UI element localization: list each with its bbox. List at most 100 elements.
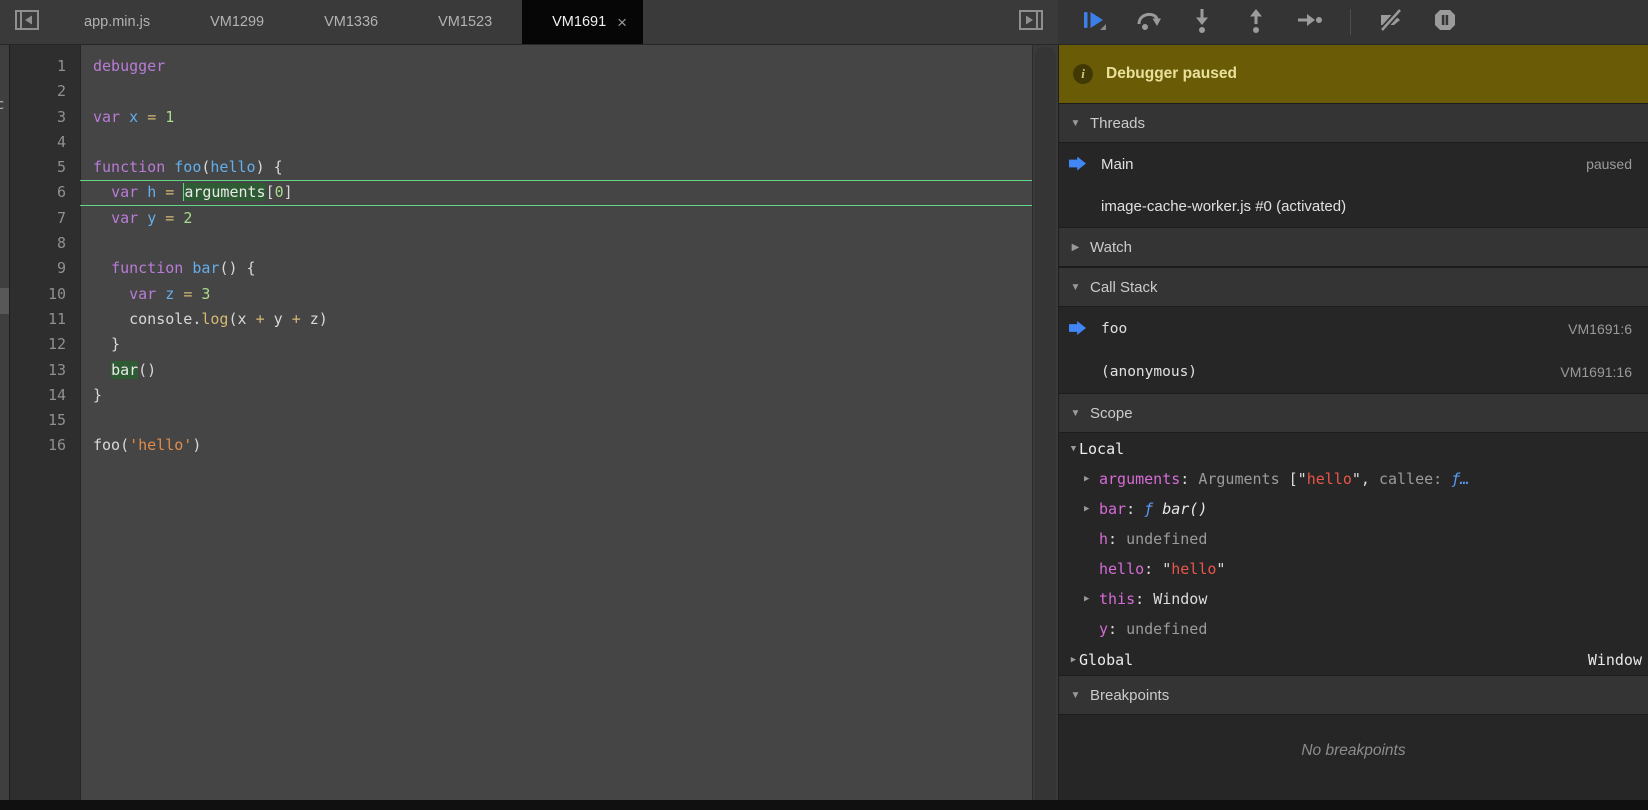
scope-variable-y[interactable]: y: undefined: [1059, 614, 1648, 644]
line-number[interactable]: 11: [10, 307, 80, 332]
token: z): [301, 310, 328, 328]
token: =: [165, 209, 174, 227]
stack-frame-anonymous[interactable]: (anonymous)VM1691:16: [1059, 350, 1648, 393]
navigator-scrollbar-thumb[interactable]: [0, 288, 9, 314]
line-number[interactable]: 5: [10, 155, 80, 180]
code-text[interactable]: [80, 231, 1032, 256]
triangle-right-icon[interactable]: ▶: [1084, 504, 1099, 514]
step-over-next-function-call-button[interactable]: [1134, 8, 1162, 36]
triangle-right-icon[interactable]: ▶: [1084, 474, 1099, 484]
scope-variable-arguments[interactable]: ▶arguments: Arguments ["hello", callee: …: [1059, 464, 1648, 494]
token: var: [111, 183, 147, 201]
token: h: [147, 183, 156, 201]
line-number[interactable]: 10: [10, 282, 80, 307]
scope-variable-list: ▶arguments: Arguments ["hello", callee: …: [1059, 464, 1648, 644]
token: var: [93, 108, 129, 126]
scope-variable-bar[interactable]: ▶bar: ƒ bar(): [1059, 494, 1648, 524]
code-text[interactable]: var z = 3: [80, 282, 1032, 307]
token: var: [129, 285, 165, 303]
step-button[interactable]: [1296, 8, 1324, 36]
line-number[interactable]: 8: [10, 231, 80, 256]
line-number[interactable]: 14: [10, 383, 80, 408]
hide-navigator-button[interactable]: [0, 0, 54, 44]
token: =: [183, 285, 192, 303]
code-text[interactable]: [80, 408, 1032, 433]
code-text[interactable]: foo('hello'): [80, 433, 1032, 458]
tab-label: VM1691: [552, 14, 606, 30]
code-text[interactable]: var y = 2: [80, 206, 1032, 231]
token: z: [165, 285, 174, 303]
code-text[interactable]: console.log(x + y + z): [80, 307, 1032, 332]
token: [: [266, 183, 275, 201]
thread-row-image-cache-worker.js[interactable]: image-cache-worker.js #0 (activated): [1059, 185, 1648, 227]
pause-on-exceptions-button[interactable]: [1431, 8, 1459, 36]
scope-global-group[interactable]: ▶ Global Window: [1059, 644, 1648, 675]
threads-list: Mainpausedimage-cache-worker.js #0 (acti…: [1059, 143, 1648, 227]
step-into-next-function-call-button[interactable]: [1188, 8, 1216, 36]
tab-label: VM1299: [210, 14, 264, 30]
tab-VM1523[interactable]: VM1523: [408, 0, 522, 44]
line-number[interactable]: 6: [10, 180, 80, 205]
code-text[interactable]: bar(): [80, 358, 1032, 383]
line-number[interactable]: 15: [10, 408, 80, 433]
tab-VM1299[interactable]: VM1299: [180, 0, 294, 44]
show-debugger-sidebar-button[interactable]: [1004, 0, 1058, 44]
token: console.: [129, 310, 201, 328]
debugger-controls-toolbar: [1058, 0, 1648, 45]
call-stack-section-header[interactable]: ▼ Call Stack: [1059, 267, 1648, 307]
code-text[interactable]: function foo(hello) {: [80, 155, 1032, 180]
token: +: [256, 310, 265, 328]
close-tab-icon[interactable]: ×: [617, 14, 627, 31]
scope-variable-h[interactable]: h: undefined: [1059, 524, 1648, 554]
line-number[interactable]: 9: [10, 256, 80, 281]
token: (x: [228, 310, 255, 328]
scope-variable-hello[interactable]: hello: "hello": [1059, 554, 1648, 584]
breakpoints-section-header[interactable]: ▼ Breakpoints: [1059, 675, 1648, 715]
scope-variable-this[interactable]: ▶this: Window: [1059, 584, 1648, 614]
code-text[interactable]: debugger: [80, 54, 1032, 79]
tab-app.min.js[interactable]: app.min.js: [54, 0, 180, 44]
code-text[interactable]: [80, 79, 1032, 104]
no-breakpoints-message: No breakpoints: [1059, 715, 1648, 760]
editor-scrollbar[interactable]: [1032, 45, 1058, 800]
token: [174, 209, 183, 227]
line-number[interactable]: 2: [10, 79, 80, 104]
line-number[interactable]: 12: [10, 332, 80, 357]
token: hello: [210, 158, 255, 176]
line-number[interactable]: 7: [10, 206, 80, 231]
scope-global-label: Global: [1079, 651, 1133, 669]
tab-VM1691[interactable]: VM1691 ×: [522, 0, 643, 44]
token: 1: [165, 108, 174, 126]
thread-row-main[interactable]: Mainpaused: [1059, 143, 1648, 185]
scope-local-group[interactable]: ▼ Local: [1059, 433, 1648, 464]
triangle-right-icon[interactable]: ▶: [1084, 594, 1099, 604]
line-number[interactable]: 16: [10, 433, 80, 458]
code-text[interactable]: function bar() {: [80, 256, 1032, 281]
step-out-of-current-function-button[interactable]: [1242, 8, 1270, 36]
scope-local-label: Local: [1079, 440, 1124, 458]
scope-section-header[interactable]: ▼ Scope: [1059, 393, 1648, 433]
code-text[interactable]: var h = arguments[0]: [80, 180, 1032, 205]
code-text[interactable]: var x = 1: [80, 105, 1032, 130]
execution-pointer-icon: [1069, 157, 1086, 171]
threads-section-header[interactable]: ▼ Threads: [1059, 103, 1648, 143]
tab-label: VM1336: [324, 14, 378, 30]
code-text[interactable]: [80, 130, 1032, 155]
code-line: 10 var z = 3: [10, 282, 1058, 307]
code-text[interactable]: }: [80, 332, 1032, 357]
watch-section-header[interactable]: ▶ Watch: [1059, 227, 1648, 267]
toolbar-separator: [1350, 9, 1351, 35]
line-number[interactable]: 3: [10, 105, 80, 130]
active-marker-slot: [1069, 321, 1088, 336]
stack-frame-foo[interactable]: fooVM1691:6: [1059, 307, 1648, 350]
breakpoints-title: Breakpoints: [1090, 687, 1169, 704]
deactivate-breakpoints-button[interactable]: [1377, 8, 1405, 36]
line-number[interactable]: 4: [10, 130, 80, 155]
collapsed-navigator-strip[interactable]: c: [0, 45, 10, 800]
editor-scrollbar-thumb[interactable]: [1035, 47, 1056, 800]
code-text[interactable]: }: [80, 383, 1032, 408]
line-number[interactable]: 1: [10, 54, 80, 79]
line-number[interactable]: 13: [10, 358, 80, 383]
tab-VM1336[interactable]: VM1336: [294, 0, 408, 44]
resume-script-execution-button[interactable]: [1080, 8, 1108, 36]
